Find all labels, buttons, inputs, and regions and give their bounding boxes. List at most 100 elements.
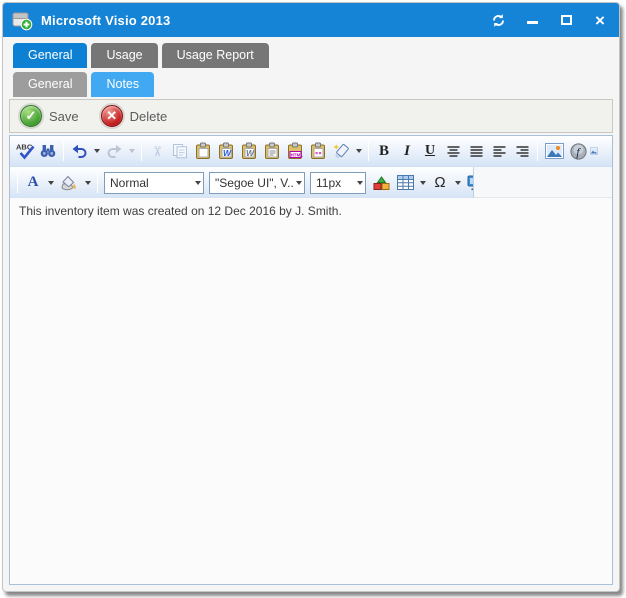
- media-player-button[interactable]: [464, 172, 474, 194]
- font-family-select[interactable]: "Segoe UI", V...: [209, 172, 305, 194]
- cut-icon: ✂: [148, 145, 165, 157]
- tab-general[interactable]: General: [13, 43, 87, 68]
- special-char-dropdown[interactable]: [452, 172, 463, 194]
- refresh-button[interactable]: [489, 11, 507, 29]
- svg-text:W: W: [246, 148, 255, 158]
- subtab-notes[interactable]: Notes: [91, 72, 154, 97]
- align-center-icon: [445, 143, 462, 160]
- toolbar-separator: [537, 141, 538, 161]
- css-styles-button[interactable]: [369, 172, 393, 194]
- italic-button[interactable]: I: [396, 140, 418, 162]
- app-icon: [11, 9, 33, 31]
- tab-usage-report[interactable]: Usage Report: [162, 43, 269, 68]
- svg-text:HTML: HTML: [291, 152, 304, 157]
- insert-media-button[interactable]: [590, 140, 598, 162]
- align-left-button[interactable]: [488, 140, 510, 162]
- editor-toolbar-row2: A Normal "Segoe UI", V... 11px: [10, 167, 474, 198]
- spellcheck-icon: ABC: [16, 142, 35, 160]
- undo-dropdown[interactable]: [91, 140, 102, 162]
- svg-text:W: W: [223, 148, 232, 158]
- editor-content[interactable]: This inventory item was created on 12 De…: [10, 198, 612, 584]
- insert-table-dropdown[interactable]: [417, 172, 428, 194]
- copy-button[interactable]: [169, 140, 191, 162]
- find-icon: [39, 142, 57, 160]
- insert-image-button[interactable]: [542, 140, 566, 162]
- undo-button[interactable]: [68, 140, 90, 162]
- titlebar: Microsoft Visio 2013 ×: [3, 3, 619, 37]
- bold-button[interactable]: B: [373, 140, 395, 162]
- minimize-icon: [527, 21, 538, 24]
- toolbar-separator: [97, 173, 98, 193]
- redo-button[interactable]: [103, 140, 125, 162]
- subtab-general[interactable]: General: [13, 72, 87, 97]
- format-eraser-button[interactable]: [330, 140, 352, 162]
- font-color-button[interactable]: A: [22, 172, 44, 194]
- save-button[interactable]: ✓ Save: [20, 105, 79, 127]
- paragraph-style-select[interactable]: Normal: [104, 172, 204, 194]
- save-label: Save: [49, 109, 79, 124]
- paste-special-button[interactable]: [307, 140, 329, 162]
- align-justify-icon: [468, 143, 485, 160]
- insert-flash-button[interactable]: f: [567, 140, 589, 162]
- underline-icon: U: [425, 143, 435, 159]
- secondary-tabs: General Notes: [3, 68, 619, 97]
- font-family-dropdown[interactable]: [293, 172, 304, 194]
- cut-button[interactable]: ✂: [146, 140, 168, 162]
- maximize-button[interactable]: [557, 11, 575, 29]
- align-center-button[interactable]: [442, 140, 464, 162]
- redo-dropdown[interactable]: [126, 140, 137, 162]
- primary-tabs: General Usage Usage Report: [3, 37, 619, 68]
- close-icon: ×: [595, 12, 605, 29]
- toolbar-separator: [63, 141, 64, 161]
- bold-icon: B: [379, 143, 389, 160]
- find-button[interactable]: [37, 140, 59, 162]
- spellcheck-button[interactable]: ABC: [14, 140, 36, 162]
- font-size-dropdown[interactable]: [354, 172, 365, 194]
- align-right-icon: [514, 143, 531, 160]
- paste-word-cleanup-button[interactable]: W: [238, 140, 260, 162]
- align-justify-button[interactable]: [465, 140, 487, 162]
- insert-flash-icon: f: [570, 143, 587, 160]
- font-size-select[interactable]: 11px: [310, 172, 366, 194]
- highlight-color-button[interactable]: [57, 172, 81, 194]
- paste-word-cleanup-icon: W: [240, 142, 258, 160]
- redo-icon: [106, 143, 123, 160]
- special-char-icon: Ω: [434, 174, 445, 191]
- insert-image-icon: [545, 143, 564, 159]
- paste-from-word-button[interactable]: W: [215, 140, 237, 162]
- paste-button[interactable]: [192, 140, 214, 162]
- delete-button[interactable]: ✕ Delete: [101, 105, 168, 127]
- insert-table-button[interactable]: [394, 172, 416, 194]
- paragraph-style-dropdown[interactable]: [192, 172, 203, 194]
- italic-icon: I: [404, 143, 410, 160]
- paste-text-button[interactable]: [261, 140, 283, 162]
- command-bar: ✓ Save ✕ Delete: [9, 99, 613, 133]
- paste-special-icon: [309, 142, 327, 160]
- editor-toolbar-row2-wrap: A Normal "Segoe UI", V... 11px: [10, 167, 612, 198]
- insert-media-icon: [590, 143, 598, 159]
- underline-button[interactable]: U: [419, 140, 441, 162]
- paste-html-button[interactable]: HTML: [284, 140, 306, 162]
- minimize-button[interactable]: [523, 11, 541, 29]
- align-left-icon: [491, 143, 508, 160]
- align-right-button[interactable]: [511, 140, 533, 162]
- window-controls: ×: [489, 11, 609, 29]
- save-check-icon: ✓: [20, 105, 42, 127]
- tab-usage[interactable]: Usage: [91, 43, 157, 68]
- font-color-icon: A: [28, 174, 39, 191]
- delete-label: Delete: [130, 109, 168, 124]
- rich-text-editor: ABC: [9, 135, 613, 585]
- close-button[interactable]: ×: [591, 11, 609, 29]
- css-styles-icon: [373, 175, 390, 191]
- highlight-color-icon: [60, 175, 78, 191]
- note-text: This inventory item was created on 12 De…: [19, 204, 342, 218]
- format-eraser-icon: [332, 142, 350, 160]
- toolbar-separator: [141, 141, 142, 161]
- highlight-color-dropdown[interactable]: [82, 172, 93, 194]
- format-eraser-dropdown[interactable]: [353, 140, 364, 162]
- paste-html-icon: HTML: [286, 142, 304, 160]
- paste-text-icon: [263, 142, 281, 160]
- font-color-dropdown[interactable]: [45, 172, 56, 194]
- special-char-button[interactable]: Ω: [429, 172, 451, 194]
- maximize-icon: [561, 15, 572, 25]
